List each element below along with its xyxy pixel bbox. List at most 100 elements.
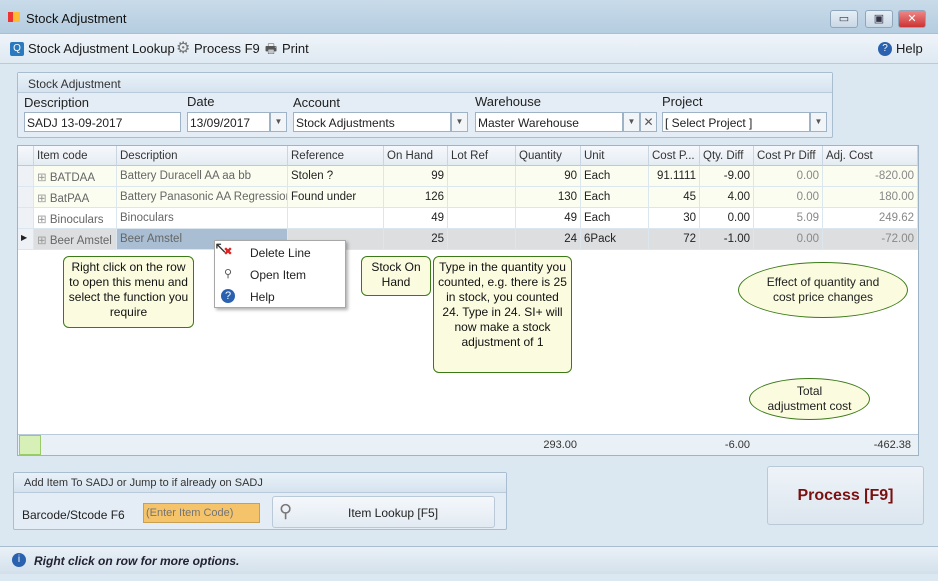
title-bar: Stock Adjustment ▭ ▣ ✕ (0, 0, 938, 34)
date-input[interactable]: 13/09/2017 (187, 112, 270, 132)
table-cell[interactable]: -820.00 (823, 166, 918, 187)
column-header[interactable]: Reference (288, 146, 384, 166)
help-button[interactable]: ? Help (878, 41, 923, 56)
table-cell[interactable]: 49 (384, 208, 448, 229)
close-button[interactable]: ✕ (898, 10, 926, 28)
table-cell[interactable]: 49 (516, 208, 581, 229)
table-cell[interactable]: 0.00 (754, 187, 823, 208)
table-cell[interactable] (448, 208, 516, 229)
table-cell[interactable]: 180.00 (823, 187, 918, 208)
menu-item-help[interactable]: ? Help (215, 286, 345, 308)
table-cell[interactable]: 6Pack (581, 229, 649, 250)
menu-item-delete-line[interactable]: ✖ Delete Line (215, 242, 345, 264)
expand-icon[interactable]: ⊞ (37, 172, 50, 184)
callout-effect: Effect of quantity and cost price change… (738, 262, 908, 318)
cell-value: 126 (424, 191, 444, 203)
column-header[interactable]: Cost Pr Diff (754, 146, 823, 166)
process-f9-button[interactable]: ⚙ Process F9 (176, 40, 260, 56)
column-header[interactable]: Cost P... (649, 146, 700, 166)
table-cell[interactable]: 0.00 (700, 208, 754, 229)
column-header[interactable]: On Hand (384, 146, 448, 166)
table-cell[interactable]: 24 (516, 229, 581, 250)
column-header[interactable]: Description (117, 146, 288, 166)
table-cell[interactable]: 72 (649, 229, 700, 250)
table-cell[interactable] (448, 187, 516, 208)
table-cell[interactable]: 126 (384, 187, 448, 208)
table-cell[interactable]: ⊞ BATDAA (34, 166, 117, 187)
item-lookup-label: Item Lookup [F5] (348, 506, 439, 520)
table-cell[interactable]: ⊞ Beer Amstel (34, 229, 117, 250)
table-cell[interactable]: Binoculars (117, 208, 288, 229)
warehouse-dropdown-icon[interactable]: ▼ (623, 112, 640, 132)
process-f9-large-button[interactable]: Process [F9] (767, 466, 924, 525)
table-cell[interactable]: 25 (384, 229, 448, 250)
help-icon: ? (878, 41, 892, 56)
table-cell[interactable]: 0.00 (754, 166, 823, 187)
table-cell[interactable]: 130 (516, 187, 581, 208)
expand-icon[interactable]: ⊞ (37, 214, 50, 226)
project-dropdown-icon[interactable]: ▼ (810, 112, 827, 132)
table-cell[interactable] (448, 229, 516, 250)
column-header[interactable]: Quantity (516, 146, 581, 166)
table-cell[interactable]: Battery Panasonic AA Regression) (117, 187, 288, 208)
table-cell[interactable]: 4.00 (700, 187, 754, 208)
table-cell[interactable] (288, 208, 384, 229)
maximize-button[interactable]: ▣ (865, 10, 893, 28)
row-indicator[interactable] (18, 166, 34, 187)
row-indicator[interactable] (18, 208, 34, 229)
cell-value: Beer Amstel (120, 233, 182, 245)
table-cell[interactable] (448, 166, 516, 187)
table-cell[interactable]: Each (581, 187, 649, 208)
expand-icon[interactable]: ⊞ (37, 193, 50, 205)
cell-value: 249.62 (878, 212, 914, 224)
table-cell[interactable]: 0.00 (754, 229, 823, 250)
table-row[interactable]: ⊞ BATDAA Battery Duracell AA aa bb Stolen … (18, 166, 918, 187)
table-cell[interactable]: 90 (516, 166, 581, 187)
column-header[interactable]: Unit (581, 146, 649, 166)
table-row[interactable]: ⊞ BatPAA Battery Panasonic AA Regression)… (18, 187, 918, 208)
table-cell[interactable]: 5.09 (754, 208, 823, 229)
menu-item-open-item[interactable]: ⚲ Open Item (215, 264, 345, 286)
description-label: Description (24, 95, 90, 110)
table-cell[interactable]: Each (581, 208, 649, 229)
expand-icon[interactable]: ⊞ (37, 235, 50, 247)
stock-adjustment-lookup-button[interactable]: Q Stock Adjustment Lookup (10, 41, 175, 56)
date-dropdown-icon[interactable]: ▼ (270, 112, 287, 132)
table-cell[interactable]: Stolen ? (288, 166, 384, 187)
warehouse-label: Warehouse (475, 94, 541, 109)
mouse-cursor-icon: ↖ (214, 240, 228, 257)
menu-label: Open Item (250, 268, 307, 282)
row-indicator[interactable] (18, 187, 34, 208)
column-header[interactable]: Adj. Cost (823, 146, 918, 166)
table-cell[interactable]: -72.00 (823, 229, 918, 250)
table-cell[interactable]: 45 (649, 187, 700, 208)
project-select[interactable]: [ Select Project ] (662, 112, 810, 132)
cell-value: Binoculars (49, 214, 104, 226)
table-cell[interactable]: Battery Duracell AA aa bb (117, 166, 288, 187)
table-row[interactable]: ⊞ Binoculars Binoculars 49 49 Each 30 0.00 5.09… (18, 208, 918, 229)
account-dropdown-icon[interactable]: ▼ (451, 112, 468, 132)
row-indicator[interactable]: ▶ (18, 229, 34, 250)
column-header[interactable]: Qty. Diff (700, 146, 754, 166)
table-cell[interactable]: -1.00 (700, 229, 754, 250)
table-cell[interactable]: ⊞ Binoculars (34, 208, 117, 229)
table-cell[interactable]: ⊞ BatPAA (34, 187, 117, 208)
account-select[interactable]: Stock Adjustments (293, 112, 451, 132)
table-cell[interactable]: 99 (384, 166, 448, 187)
print-button[interactable]: 🖶 Print (264, 41, 309, 56)
table-cell[interactable]: Found under (288, 187, 384, 208)
column-header[interactable]: Item code (34, 146, 117, 166)
warehouse-select[interactable]: Master Warehouse (475, 112, 623, 132)
description-input[interactable]: SADJ 13-09-2017 (24, 112, 181, 132)
table-cell[interactable]: Each (581, 166, 649, 187)
table-row[interactable]: ▶ ⊞ Beer Amstel Beer Amstel 25 24 6Pack 72 -1.0… (18, 229, 918, 250)
column-header[interactable]: Lot Ref (448, 146, 516, 166)
minimize-button[interactable]: ▭ (830, 10, 858, 28)
warehouse-clear-icon[interactable]: ✕ (640, 112, 657, 132)
item-lookup-button[interactable]: ⚲ Item Lookup [F5] (272, 496, 495, 528)
table-cell[interactable]: 30 (649, 208, 700, 229)
table-cell[interactable]: 249.62 (823, 208, 918, 229)
table-cell[interactable]: -9.00 (700, 166, 754, 187)
table-cell[interactable]: 91.1111 (649, 166, 700, 187)
barcode-input[interactable] (143, 503, 260, 523)
